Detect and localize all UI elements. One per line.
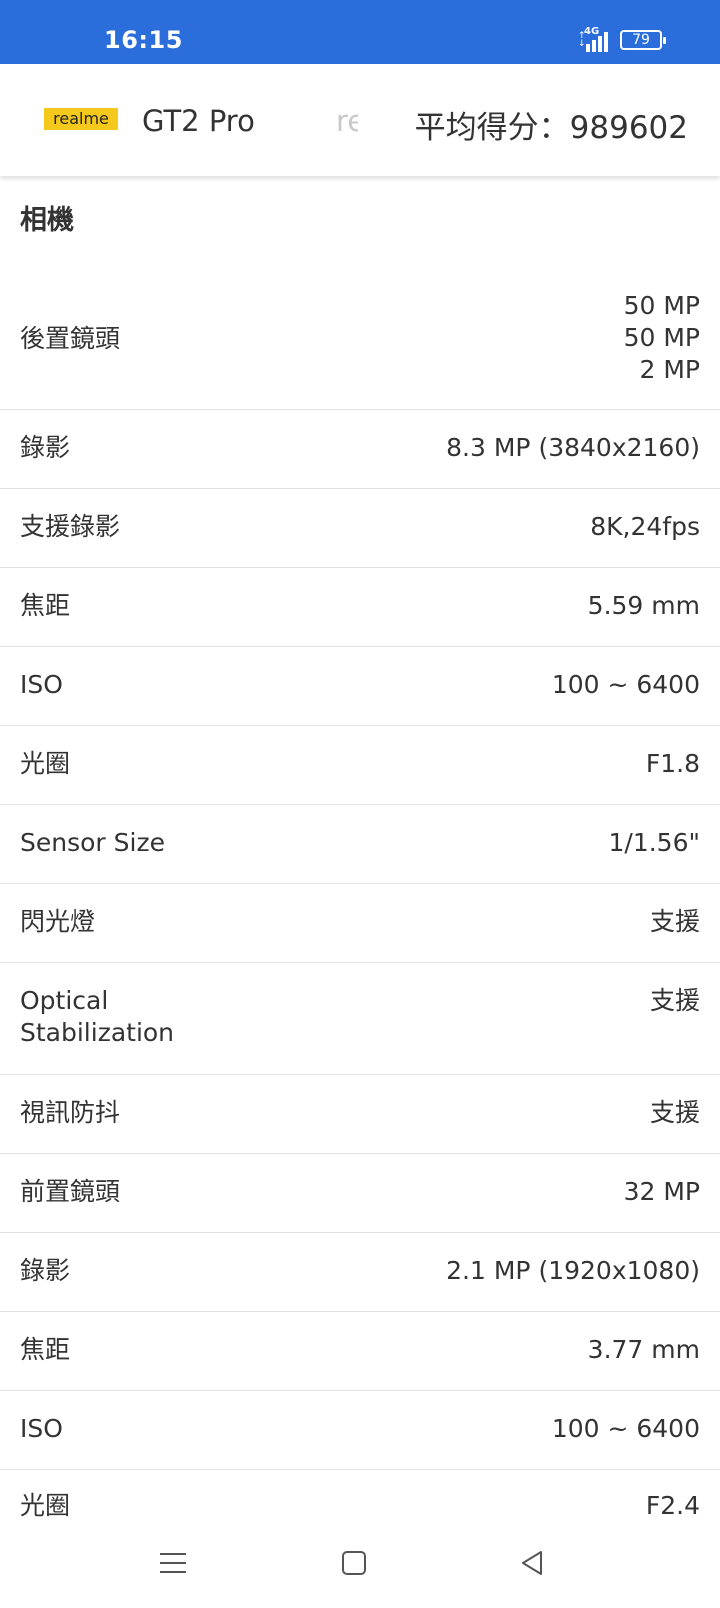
spec-label: 錄影 [20,1256,71,1285]
spec-label: 錄影 [20,433,71,462]
spec-row-front-video: 錄影 2.1 MP (1920x1080) [0,1233,720,1312]
spec-value: 1/1.56" [608,828,701,857]
status-bar: 16:15 ↑ ↓ 4G 79 [0,0,720,64]
spec-label: 閃光燈 [20,907,96,936]
spec-value: 50 MP 50 MP 2 MP [623,291,700,384]
section-title-camera: 相機 [20,205,74,236]
brand-logo: realme [44,108,118,130]
spec-row-rear-focal: 焦距 5.59 mm [0,568,720,647]
spec-value: F1.8 [645,749,700,778]
signal-bars [586,32,608,52]
spec-label: ISO [20,1414,63,1443]
spec-value: 支援 [649,907,700,936]
spec-label: 支援錄影 [20,512,121,541]
spec-row-flash: 閃光燈 支援 [0,884,720,963]
spec-list[interactable]: 相機 後置鏡頭 50 MP 50 MP 2 MP 錄影 8.3 MP (3840… [0,176,720,1524]
spec-label: 焦距 [20,1335,71,1364]
home-icon[interactable] [342,1551,366,1575]
spec-value: 3.77 mm [587,1335,700,1364]
spec-row-front-aperture: 光圈 F2.4 [0,1470,720,1524]
spec-label: Sensor Size [20,828,165,857]
spec-row-video-support: 支援錄影 8K,24fps [0,489,720,568]
spec-value: 支援 [649,986,700,1015]
spec-label: 光圈 [20,749,71,778]
spec-row-rear-video: 錄影 8.3 MP (3840x2160) [0,410,720,489]
spec-row-optical-stabilization: Optical Stabilization 支援 [0,963,720,1075]
spec-value: F2.4 [645,1491,700,1520]
status-time: 16:15 [104,26,183,54]
menu-icon[interactable] [160,1551,186,1575]
spec-label: 焦距 [20,591,71,620]
back-icon[interactable] [520,1550,544,1576]
spec-row-rear-aperture: 光圈 F1.8 [0,726,720,805]
spec-value: 2.1 MP (1920x1080) [446,1256,700,1285]
spec-value: 8K,24fps [590,512,700,541]
spec-value: 5.59 mm [587,591,700,620]
battery-icon: 79 [620,30,666,50]
spec-label: Optical Stabilization [20,986,175,1047]
spec-row-rear-camera: 後置鏡頭 50 MP 50 MP 2 MP [0,268,720,410]
spec-row-sensor-size: Sensor Size 1/1.56" [0,805,720,884]
spec-row-front-iso: ISO 100 ~ 6400 [0,1391,720,1470]
spec-value: 100 ~ 6400 [551,670,700,699]
spec-row-front-camera: 前置鏡頭 32 MP [0,1154,720,1233]
device-name[interactable]: GT2 Pro [142,104,255,138]
average-score: 平均得分：989602 [414,110,688,146]
spec-value: 100 ~ 6400 [551,1414,700,1443]
scrolling-device-name: re [336,104,358,138]
spec-label: 視訊防抖 [20,1098,121,1127]
spec-label: 前置鏡頭 [20,1177,121,1206]
spec-row-rear-iso: ISO 100 ~ 6400 [0,647,720,726]
status-icons: ↑ ↓ 4G 79 [578,26,666,52]
spec-label: 後置鏡頭 [20,324,121,353]
spec-label: 光圈 [20,1491,71,1520]
signal-icon: ↑ ↓ 4G [578,26,608,52]
spec-value: 支援 [649,1098,700,1127]
spec-row-video-stabilization: 視訊防抖 支援 [0,1075,720,1154]
spec-value: 32 MP [623,1177,700,1206]
spec-label: ISO [20,670,63,699]
spec-value: 8.3 MP (3840x2160) [446,433,700,462]
spec-row-front-focal: 焦距 3.77 mm [0,1312,720,1391]
device-header: realme GT2 Pro re 平均得分：989602 [0,64,720,176]
navigation-bar [0,1524,720,1608]
